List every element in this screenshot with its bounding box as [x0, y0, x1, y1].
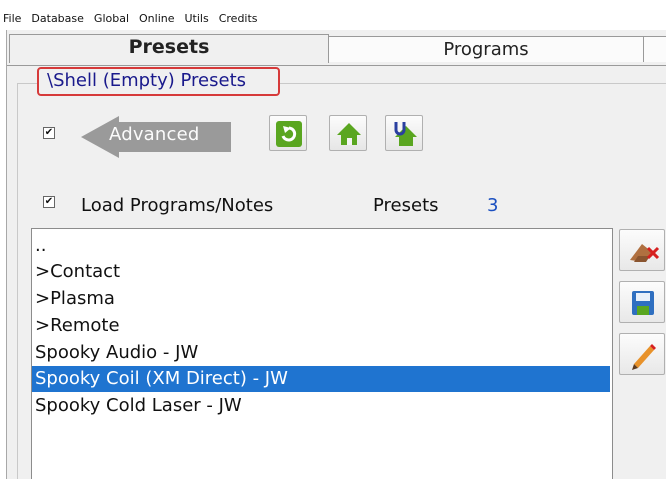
menu-credits[interactable]: Credits — [219, 12, 258, 26]
tab-overflow[interactable] — [643, 36, 666, 62]
list-item[interactable]: Spooky Cold Laser - JW — [32, 393, 610, 419]
load-programs-checkbox[interactable]: ✔ — [43, 196, 55, 208]
menu-online[interactable]: Online — [139, 12, 174, 26]
tab-programs[interactable]: Programs — [327, 36, 645, 62]
presets-group-title: \Shell (Empty) Presets — [37, 67, 280, 96]
tab-divider — [7, 65, 666, 66]
list-item[interactable]: >Plasma — [32, 286, 610, 312]
home-sync-icon — [394, 122, 417, 146]
list-item-selected[interactable]: Spooky Coil (XM Direct) - JW — [32, 366, 610, 392]
presets-count-label: Presets — [373, 195, 439, 216]
menu-file[interactable]: File — [3, 12, 21, 26]
home-button[interactable] — [329, 115, 367, 151]
save-button[interactable] — [619, 281, 665, 323]
delete-button[interactable] — [619, 229, 665, 271]
advanced-back-button[interactable]: Advanced — [81, 114, 231, 160]
list-item[interactable]: >Remote — [32, 313, 610, 339]
edit-button[interactable] — [619, 333, 665, 375]
tab-presets[interactable]: Presets — [9, 34, 329, 63]
save-icon — [632, 291, 654, 315]
tab-strip: Presets Programs — [7, 34, 666, 66]
presets-count-value: 3 — [487, 195, 499, 216]
home-sync-button[interactable] — [385, 115, 423, 151]
list-item[interactable]: Spooky Audio - JW — [32, 340, 610, 366]
advanced-label: Advanced — [109, 124, 200, 145]
menu-global[interactable]: Global — [94, 12, 129, 26]
refresh-button[interactable] — [269, 115, 307, 151]
advanced-checkbox[interactable]: ✔ — [43, 127, 55, 139]
menu-database[interactable]: Database — [31, 12, 84, 26]
menu-utils[interactable]: Utils — [185, 12, 209, 26]
presets-list[interactable]: .. >Contact >Plasma >Remote Spooky Audio… — [31, 228, 613, 479]
list-item[interactable]: >Contact — [32, 259, 610, 285]
delete-icon — [630, 244, 660, 262]
load-programs-label: Load Programs/Notes — [81, 195, 274, 216]
main-window: Presets Programs \Shell (Empty) Presets … — [6, 30, 666, 479]
list-item-parent[interactable]: .. — [32, 233, 610, 259]
menu-bar: File Database Global Online Utils Credit… — [0, 0, 666, 30]
refresh-icon — [276, 121, 302, 147]
home-icon — [337, 123, 361, 145]
edit-icon — [632, 344, 656, 370]
